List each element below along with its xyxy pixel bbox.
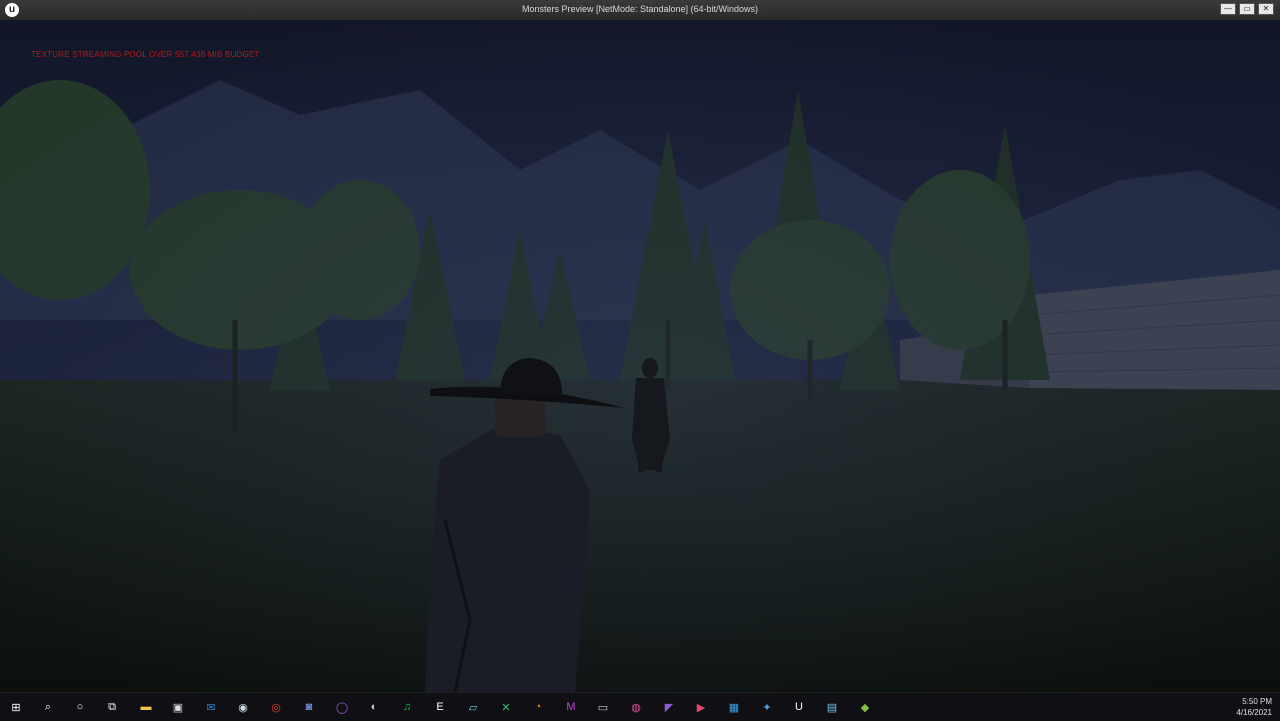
texture-streaming-warning: TEXTURE STREAMING POOL OVER 557.438 MiB … <box>31 50 260 59</box>
cortana-icon[interactable]: ○ <box>70 697 90 717</box>
spotify-icon[interactable]: ♫ <box>397 697 417 717</box>
steam-icon[interactable]: ◉ <box>233 697 253 717</box>
game-viewport[interactable]: TEXTURE STREAMING POOL OVER 557.438 MiB … <box>0 20 1280 692</box>
app-m-icon[interactable]: M <box>561 697 581 717</box>
calendar-icon[interactable]: ▦ <box>724 697 744 717</box>
windows-taskbar: ⊞ ⌕ ○ ⧉ ▬ ▣ ✉ ◉ ◎ ◙ ◯ ◐ ♫ E ▱ ✕ ◔ M ▭ ◍ ◤ ▶ ▦ ✦ U ▤ ◆ 5:50 PM 4/16… <box>0 692 1280 721</box>
start-icon[interactable]: ⊞ <box>6 697 26 717</box>
xbox-icon[interactable]: ✕ <box>496 697 516 717</box>
mail-icon[interactable]: ✉ <box>201 697 221 717</box>
discord-icon[interactable]: ◙ <box>299 697 319 717</box>
search-icon[interactable]: ⌕ <box>38 697 58 717</box>
clock-time: 5:50 PM <box>1242 697 1272 706</box>
chrome-icon[interactable]: ◎ <box>266 697 286 717</box>
media-icon[interactable]: ▶ <box>691 697 711 717</box>
terminal-icon[interactable]: ▭ <box>593 697 613 717</box>
visual-studio-icon[interactable]: ◤ <box>659 697 679 717</box>
window-title: Monsters Preview [NetMode: Standalone] (… <box>521 4 759 14</box>
blender-icon[interactable]: ◔ <box>528 697 548 717</box>
scene-render <box>0 20 1280 692</box>
app-circle-icon[interactable]: ◯ <box>332 697 352 717</box>
obs-icon[interactable]: ◐ <box>364 697 384 717</box>
epic-games-icon[interactable]: E <box>430 697 450 717</box>
title-bar[interactable]: u Monsters Preview [NetMode: Standalone]… <box>0 0 1280 21</box>
image-viewer-icon[interactable]: ▤ <box>822 697 842 717</box>
close-button[interactable]: ✕ <box>1258 3 1274 15</box>
system-clock[interactable]: 5:50 PM 4/16/2021 <box>1236 696 1272 718</box>
settings-app-icon[interactable]: ✦ <box>757 697 777 717</box>
window-controls: — ▭ ✕ <box>1220 3 1274 15</box>
maximize-button[interactable]: ▭ <box>1239 3 1255 15</box>
file-explorer-icon[interactable]: ▬ <box>136 697 156 717</box>
task-view-icon[interactable]: ⧉ <box>102 697 122 717</box>
unreal-engine-icon[interactable]: U <box>789 697 809 717</box>
store-icon[interactable]: ▣ <box>168 697 188 717</box>
shield-icon[interactable]: ◆ <box>855 697 875 717</box>
photos-icon[interactable]: ◍ <box>626 697 646 717</box>
minimize-button[interactable]: — <box>1220 3 1236 15</box>
clock-date: 4/16/2021 <box>1236 708 1272 717</box>
notes-icon[interactable]: ▱ <box>463 697 483 717</box>
